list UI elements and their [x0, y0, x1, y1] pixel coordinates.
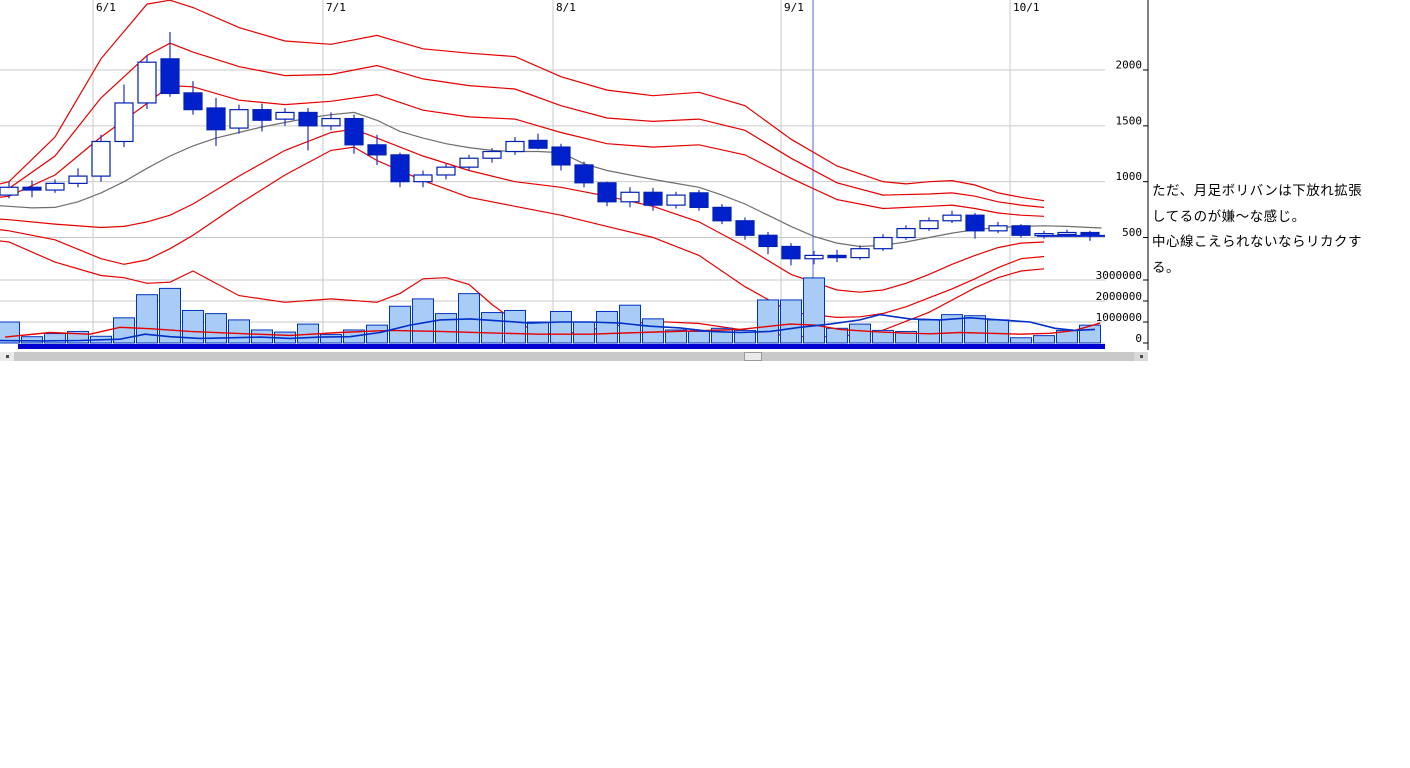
volume-bar	[689, 331, 710, 343]
candle-body	[529, 140, 547, 148]
volume-bar	[321, 335, 342, 343]
date-label: 9/1	[784, 1, 804, 14]
volume-tick-label: 0	[1135, 332, 1142, 345]
annotation-line-4: る。	[1152, 255, 1407, 281]
volume-bar	[919, 320, 940, 343]
scroll-left-icon	[6, 355, 9, 358]
scrollbar-thumb[interactable]	[744, 352, 762, 361]
date-label: 6/1	[96, 1, 116, 14]
candle-body	[414, 175, 432, 182]
bollinger-lower-band-1	[0, 129, 1044, 292]
date-label: 7/1	[326, 1, 346, 14]
candle-body	[805, 255, 823, 258]
volume-baseline	[18, 344, 1105, 349]
candle-body	[644, 192, 662, 205]
bollinger-lower-band-2	[0, 147, 1044, 317]
volume-bar	[781, 300, 802, 343]
horizontal-scrollbar[interactable]	[0, 352, 1148, 361]
candle-body	[851, 249, 869, 258]
volume-bar	[551, 312, 572, 344]
annotation-line-1: ただ、月足ボリバンは下放れ拡張	[1152, 178, 1407, 204]
chart-window: 2000 1500 1000 500 3000000 2000000 1000000 0 6/1…	[0, 0, 1410, 768]
price-tick-label: 2000	[1116, 59, 1143, 72]
candle-body	[437, 167, 455, 175]
volume-bar	[390, 306, 411, 343]
candle-body	[92, 141, 110, 176]
candle-body	[1058, 232, 1076, 234]
volume-bar	[988, 320, 1009, 343]
volume-bar	[482, 313, 503, 343]
scroll-right-icon	[1140, 355, 1143, 358]
candle-body	[299, 112, 317, 125]
scroll-left-button[interactable]	[0, 352, 14, 361]
annotation-text: ただ、月足ボリバンは下放れ拡張 してるのが嫌〜な感じ。 中心線こえられないならリ…	[1152, 178, 1407, 280]
volume-bar	[758, 300, 779, 343]
volume-bar	[597, 312, 618, 344]
candle-body	[943, 215, 961, 221]
price-tick-label: 1500	[1116, 114, 1143, 127]
annotation-line-2: してるのが嫌〜な感じ。	[1152, 204, 1407, 230]
candle-body	[368, 145, 386, 155]
date-label: 10/1	[1013, 1, 1040, 14]
volume-bar	[229, 320, 250, 343]
candle-body	[989, 226, 1007, 231]
volume-bar	[1034, 336, 1055, 343]
candle-body	[874, 238, 892, 249]
candle-body	[713, 207, 731, 220]
candle-body	[276, 112, 294, 119]
volume-bar	[965, 316, 986, 343]
candle-body	[161, 59, 179, 94]
candle-body	[0, 187, 18, 195]
candle-body	[782, 246, 800, 258]
candle-body	[598, 183, 616, 202]
candle-body	[253, 110, 271, 121]
volume-bar	[436, 314, 457, 343]
price-tick-label: 1000	[1116, 170, 1143, 183]
candle-body	[115, 103, 133, 142]
candle-body	[552, 147, 570, 165]
volume-tick-label: 3000000	[1096, 269, 1142, 282]
price-tick-label: 500	[1122, 226, 1142, 239]
candle-body	[1012, 226, 1030, 235]
volume-bar	[160, 288, 181, 343]
candle-body	[230, 110, 248, 128]
scroll-right-button[interactable]	[1134, 352, 1148, 361]
volume-bar	[528, 322, 549, 343]
volume-bar	[804, 278, 825, 343]
annotation-line-3: 中心線こえられないならリカクす	[1152, 229, 1407, 255]
volume-tick-label: 1000000	[1096, 311, 1142, 324]
date-label: 8/1	[556, 1, 576, 14]
candle-body	[345, 119, 363, 145]
candle-body	[23, 187, 41, 190]
candle-body	[184, 93, 202, 110]
volume-bar	[22, 337, 43, 343]
volume-bar	[643, 319, 664, 343]
candle-body	[460, 158, 478, 167]
volume-tick-label: 2000000	[1096, 290, 1142, 303]
candle-body	[207, 108, 225, 130]
volume-bar	[850, 324, 871, 343]
volume-bar	[1011, 338, 1032, 343]
candle-body	[690, 193, 708, 208]
candle-body	[667, 195, 685, 205]
candle-body	[966, 215, 984, 231]
volume-bar	[505, 310, 526, 343]
candle-body	[897, 229, 915, 238]
candle-body	[46, 183, 64, 190]
candle-body	[621, 192, 639, 201]
candle-body	[920, 221, 938, 229]
candle-body	[759, 235, 777, 246]
candle-body	[483, 152, 501, 159]
candle-body	[506, 141, 524, 151]
candle-body	[736, 221, 754, 236]
candle-body	[138, 62, 156, 103]
volume-bar	[574, 322, 595, 343]
candle-body	[322, 119, 340, 126]
volume-bar	[827, 328, 848, 343]
candle-body	[575, 165, 593, 183]
candle-body	[69, 176, 87, 183]
candle-body	[391, 155, 409, 182]
candle-body	[828, 255, 846, 257]
